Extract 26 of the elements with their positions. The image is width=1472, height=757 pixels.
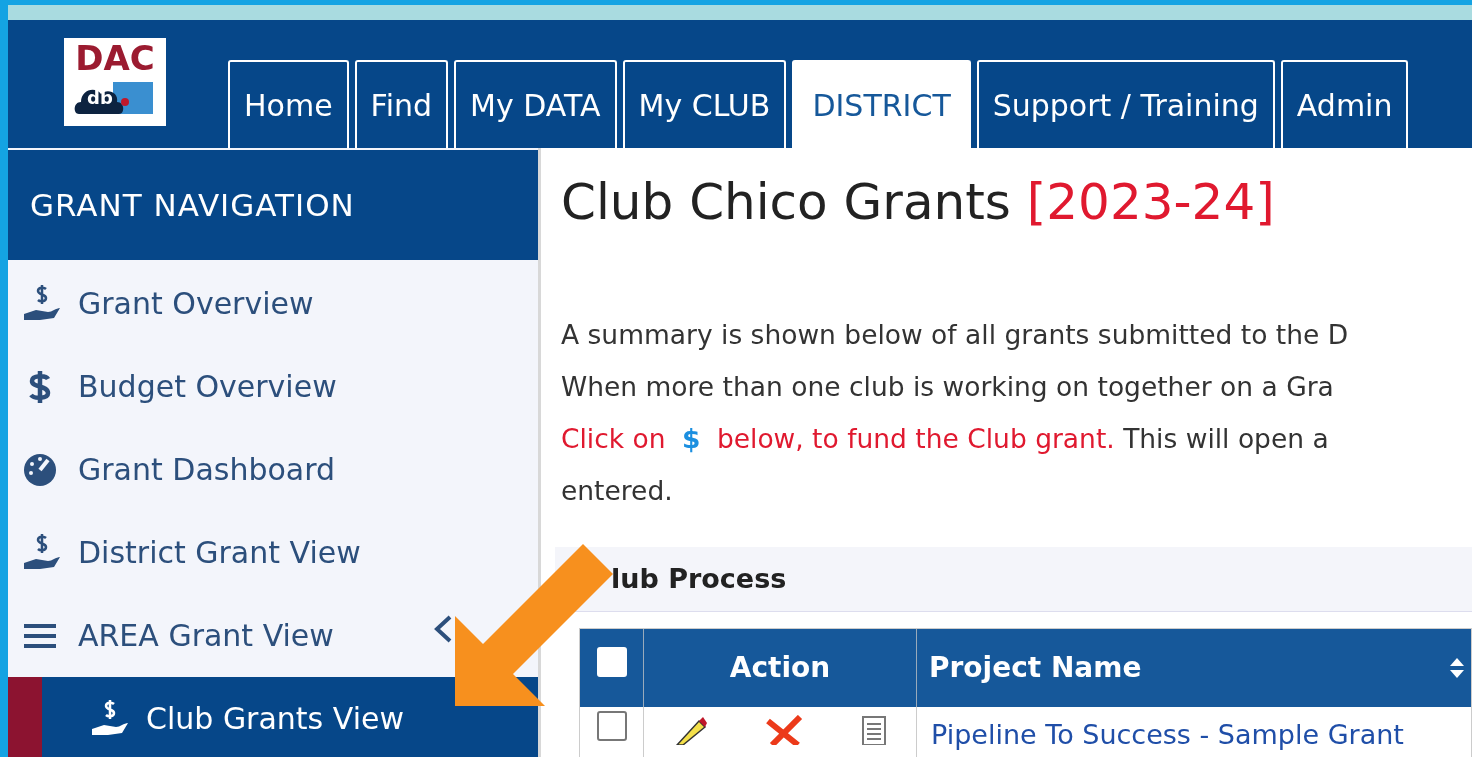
column-header: Action xyxy=(729,650,831,686)
sort-icon[interactable] xyxy=(1449,656,1465,680)
project-link[interactable]: Pipeline To Success - Sample Grant xyxy=(931,719,1404,750)
document-icon[interactable] xyxy=(861,715,888,745)
panel-title: lub Process xyxy=(611,561,787,596)
nav-tab[interactable]: Admin xyxy=(1280,60,1409,148)
delete-icon[interactable] xyxy=(764,715,804,745)
checkbox[interactable] xyxy=(596,711,627,741)
sidebar-item[interactable]: District Grant View xyxy=(8,511,538,594)
intro-paragraph: A summary is shown below of all grants submitted to the D When more than one club is working on together on a Gra Click on $ below, to fund the Club grant. This will open a entered. xyxy=(561,317,1350,508)
nav-tab[interactable]: My CLUB xyxy=(622,60,787,148)
nav-tab[interactable]: Find xyxy=(354,60,449,148)
column-header[interactable]: Project Name xyxy=(929,647,1142,689)
nav-tab[interactable]: DISTRICT xyxy=(792,60,971,148)
page-title: Club Chico Grants [2023-24] xyxy=(561,171,1275,233)
sidebar-item[interactable]: Grant Overview xyxy=(8,262,538,345)
sidebar-item[interactable]: Grant Dashboard xyxy=(8,428,538,511)
nav-tab[interactable]: Support / Training xyxy=(976,60,1275,148)
logo-text: DAC xyxy=(75,40,155,76)
chevron-left-icon[interactable] xyxy=(432,614,454,644)
sidebar-item[interactable]: Club Grants View xyxy=(8,677,538,757)
nav-tab[interactable]: My DATA xyxy=(454,60,617,148)
logo-badge-text: db xyxy=(87,88,113,108)
nav-tab[interactable]: Home xyxy=(228,60,349,148)
sidebar-title: GRANT NAVIGATION xyxy=(30,185,355,225)
sidebar-item[interactable]: Budget Overview xyxy=(8,345,538,428)
